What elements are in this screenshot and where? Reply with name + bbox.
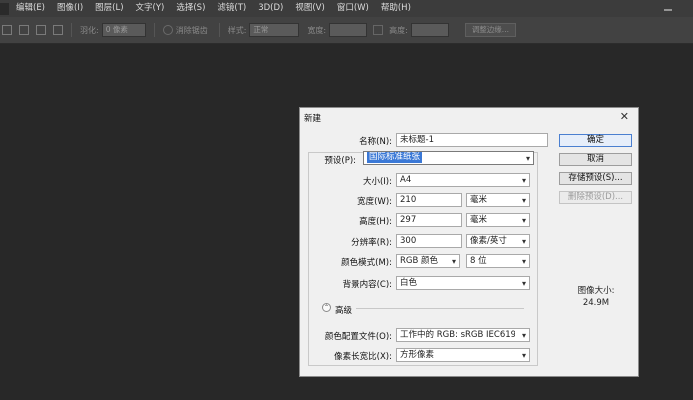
feather-input[interactable]: 0 像素 (101, 23, 146, 37)
menu-edit[interactable]: 编辑(E) (9, 0, 51, 17)
preset-select[interactable]: 国际标准纸张 ▾ (363, 151, 534, 165)
menu-select[interactable]: 选择(S) (170, 0, 211, 17)
advanced-label: 高级 (335, 306, 353, 316)
image-size-value: 24.9M (582, 298, 610, 308)
bit-depth-select[interactable]: 8 位 ▾ (466, 254, 530, 268)
chevron-down-icon: ▾ (521, 196, 526, 205)
width-input[interactable] (329, 23, 368, 37)
menu-type[interactable]: 文字(Y) (130, 0, 171, 17)
chevron-down-icon: ▾ (521, 351, 526, 360)
delete-preset-button: 删除预设(D)... (559, 191, 632, 204)
size-select[interactable]: A4 ▾ (396, 173, 530, 187)
style-select[interactable]: 正常 (249, 23, 300, 37)
height-unit-value: 毫米 (470, 215, 488, 225)
background-select[interactable]: 白色 ▾ (396, 276, 530, 290)
color-mode-select[interactable]: RGB 颜色 ▾ (396, 254, 460, 268)
minimize-icon[interactable] (663, 3, 673, 13)
bit-depth-value: 8 位 (470, 256, 487, 266)
chevron-down-icon: ▾ (521, 237, 526, 246)
antialias-checkbox[interactable] (162, 25, 173, 35)
close-icon[interactable]: ✕ (620, 111, 629, 122)
chevron-down-icon: ▾ (521, 331, 526, 340)
subtract-selection-icon[interactable] (36, 25, 46, 35)
new-document-dialog: 新建 ✕ 名称(N): 未标题-1 预设(P): 国际标准纸张 ▾ 大小(I):… (299, 107, 639, 377)
background-value: 白色 (400, 278, 418, 288)
resolution-input[interactable]: 300 (396, 234, 462, 248)
menu-view[interactable]: 视图(V) (289, 0, 330, 17)
chevron-down-icon: ▾ (521, 257, 526, 266)
menu-layer[interactable]: 图层(L) (89, 0, 129, 17)
image-size-label: 图像大小: (577, 286, 615, 296)
color-profile-label: 颜色配置文件(O): (324, 332, 392, 342)
new-selection-icon[interactable] (2, 25, 12, 35)
app-logo-edge (0, 2, 9, 15)
height-label: 高度(H): (359, 217, 392, 227)
chevron-down-icon: ▾ (451, 257, 456, 266)
swap-icon[interactable] (373, 25, 384, 35)
preset-value: 国际标准纸张 (367, 152, 423, 163)
name-label: 名称(N): (359, 137, 392, 147)
name-input[interactable]: 未标题-1 (396, 133, 548, 147)
intersect-selection-icon[interactable] (53, 25, 63, 35)
pixel-aspect-select[interactable]: 方形像素 ▾ (396, 348, 530, 362)
add-to-selection-icon[interactable] (19, 25, 29, 35)
menu-window[interactable]: 窗口(W) (331, 0, 375, 17)
resolution-unit-value: 像素/英寸 (470, 236, 507, 246)
dialog-title: 新建 (304, 114, 322, 124)
cancel-button[interactable]: 取消 (559, 153, 632, 166)
height-label: 高度: (389, 25, 408, 35)
collapse-advanced-icon[interactable]: ⌃ (322, 303, 331, 312)
style-label: 样式: (227, 25, 247, 35)
ok-button[interactable]: 确定 (559, 134, 632, 147)
background-label: 背景内容(C): (342, 280, 392, 290)
antialias-label: 消除锯齿 (175, 25, 208, 35)
chevron-down-icon: ▾ (525, 154, 530, 163)
toolbar-divider (71, 23, 72, 37)
resolution-label: 分辨率(R): (351, 238, 392, 248)
width-label: 宽度(W): (357, 197, 392, 207)
pixel-aspect-label: 像素长宽比(X): (334, 352, 392, 362)
pixel-aspect-value: 方形像素 (400, 350, 435, 360)
size-label: 大小(I): (362, 177, 392, 187)
chevron-down-icon: ▾ (521, 216, 526, 225)
width-unit-value: 毫米 (470, 195, 488, 205)
color-mode-value: RGB 颜色 (400, 256, 439, 266)
color-mode-label: 颜色模式(M): (341, 258, 392, 268)
color-profile-value: 工作中的 RGB: sRGB IEC6196... (400, 330, 515, 340)
height-input[interactable] (410, 23, 449, 37)
menu-filter[interactable]: 滤镜(T) (211, 0, 252, 17)
chevron-down-icon: ▾ (521, 279, 526, 288)
preset-label: 预设(P): (322, 154, 358, 166)
height-unit-select[interactable]: 毫米 ▾ (466, 213, 530, 227)
width-unit-select[interactable]: 毫米 ▾ (466, 193, 530, 207)
resolution-unit-select[interactable]: 像素/英寸 ▾ (466, 234, 530, 248)
menu-help[interactable]: 帮助(H) (375, 0, 417, 17)
color-profile-select[interactable]: 工作中的 RGB: sRGB IEC6196... ▾ (396, 328, 530, 342)
refine-edge-button[interactable]: 调整边缘... (464, 23, 516, 37)
feather-label: 羽化: (80, 25, 99, 35)
width-input[interactable]: 210 (396, 193, 462, 207)
size-value: A4 (400, 175, 412, 185)
toolbar-divider (153, 23, 155, 37)
options-bar: 羽化: 0 像素 消除锯齿 样式: 正常 宽度: 高度: 调整边缘... (0, 17, 693, 44)
advanced-divider (356, 308, 524, 309)
save-preset-button[interactable]: 存储预设(S)... (559, 172, 632, 185)
menu-image[interactable]: 图像(I) (51, 0, 89, 17)
menu-3d[interactable]: 3D(D) (252, 0, 289, 17)
toolbar-divider (218, 23, 220, 37)
height-input[interactable]: 297 (396, 213, 462, 227)
menu-bar: 编辑(E) 图像(I) 图层(L) 文字(Y) 选择(S) 滤镜(T) 3D(D… (0, 0, 693, 17)
width-label: 宽度: (307, 25, 327, 35)
chevron-down-icon: ▾ (521, 176, 526, 185)
